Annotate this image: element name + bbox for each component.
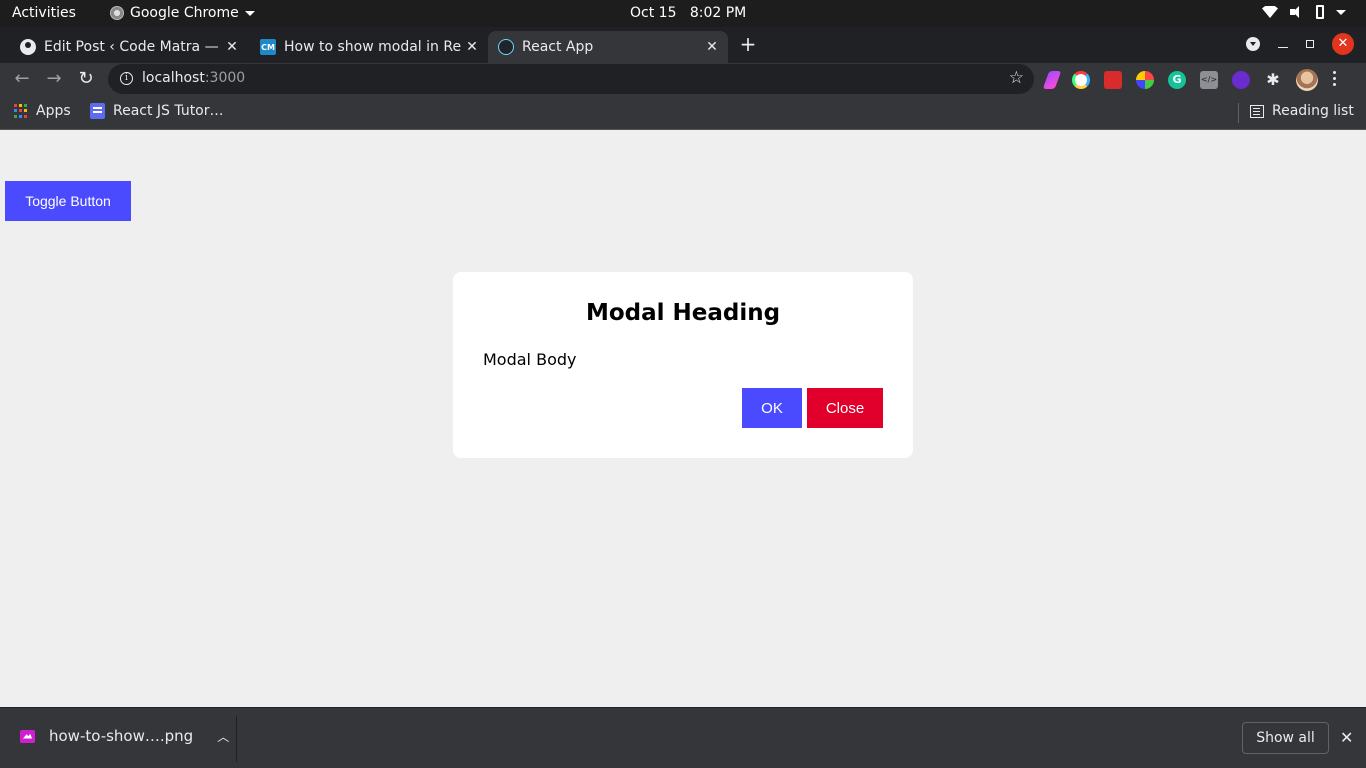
back-arrow-icon[interactable]: ←	[12, 69, 32, 89]
reading-list-icon	[1250, 104, 1264, 118]
bookmark-star-icon[interactable]: ☆	[1009, 68, 1024, 88]
browser-toolbar: ← → ↻ i localhost:3000 ☆ G </> ✱	[0, 63, 1366, 95]
tab-close-icon[interactable]: ✕	[702, 39, 722, 55]
purple-extension-icon[interactable]	[1232, 71, 1250, 89]
tab-title: How to show modal in Rea	[284, 39, 462, 55]
tab-title: Edit Post ‹ Code Matra — W	[44, 39, 222, 55]
download-item[interactable]: how-to-show….png ︿	[20, 727, 229, 745]
feather-extension-icon[interactable]	[1042, 71, 1062, 89]
bookmark-label: React JS Tutor…	[113, 103, 224, 119]
tab-close-icon[interactable]: ✕	[462, 39, 482, 55]
wifi-icon	[1262, 6, 1278, 18]
ok-button[interactable]: OK	[742, 388, 802, 428]
bookmark-apps[interactable]: Apps	[14, 103, 71, 119]
modal-dialog: Modal Heading Modal Body OK Close	[453, 272, 913, 458]
toggle-button[interactable]: Toggle Button	[5, 181, 131, 221]
download-shelf: how-to-show….png ︿ Show all ✕	[0, 707, 1366, 768]
caret-down-icon	[244, 10, 255, 16]
extensions-area: G </> ✱	[1042, 69, 1336, 91]
reading-list-button[interactable]: Reading list	[1250, 103, 1354, 119]
close-icon[interactable]: ✕	[1340, 728, 1353, 747]
app-menu[interactable]: Google Chrome	[110, 5, 255, 21]
tab-edit-post[interactable]: Edit Post ‹ Code Matra — W ✕	[0, 31, 248, 63]
battery-icon	[1316, 5, 1324, 19]
activities-button[interactable]: Activities	[12, 5, 76, 21]
divider	[1238, 103, 1239, 123]
image-file-icon	[20, 729, 35, 743]
window-controls: ✕	[1246, 33, 1354, 55]
code-extension-icon[interactable]: </>	[1200, 71, 1218, 89]
apps-grid-icon	[14, 104, 28, 118]
app-menu-label: Google Chrome	[130, 5, 239, 21]
chrome-icon	[110, 6, 124, 20]
tab-react-app[interactable]: React App ✕	[488, 31, 728, 63]
cm-icon: CM	[260, 39, 276, 55]
modal-body: Modal Body	[483, 350, 577, 369]
tray-caret-icon	[1336, 9, 1346, 15]
modal-heading: Modal Heading	[585, 300, 781, 326]
minimize-icon[interactable]	[1278, 46, 1288, 48]
tab-title: React App	[522, 39, 594, 55]
chevron-up-icon[interactable]: ︿	[217, 728, 229, 745]
clock[interactable]: Oct 15 8:02 PM	[630, 5, 746, 21]
tab-search-icon[interactable]	[1246, 37, 1260, 51]
maximize-icon[interactable]	[1306, 40, 1314, 48]
close-button[interactable]: Close	[807, 388, 883, 428]
tab-how-to-show-modal[interactable]: CM How to show modal in Rea ✕	[252, 31, 488, 63]
volume-icon	[1290, 6, 1304, 18]
bookmark-react-js-tutor[interactable]: React JS Tutor…	[90, 103, 224, 119]
window-close-icon[interactable]: ✕	[1332, 33, 1354, 55]
tab-close-icon[interactable]: ✕	[222, 39, 242, 55]
url-port: :3000	[204, 70, 246, 86]
color-ring-extension-icon[interactable]	[1072, 71, 1090, 89]
forward-arrow-icon[interactable]: →	[44, 69, 64, 89]
reload-icon[interactable]: ↻	[76, 69, 96, 89]
color-wheel-extension-icon[interactable]	[1136, 71, 1154, 89]
address-bar[interactable]: i localhost:3000 ☆	[108, 64, 1034, 94]
system-top-bar: Activities Google Chrome Oct 15 8:02 PM	[0, 0, 1366, 27]
menu-kebab-icon[interactable]	[1332, 71, 1336, 89]
profile-avatar[interactable]	[1296, 69, 1318, 91]
site-info-icon[interactable]: i	[120, 72, 133, 85]
grammarly-icon[interactable]: G	[1168, 71, 1186, 89]
globe-icon	[20, 39, 36, 55]
download-filename: how-to-show….png	[49, 727, 194, 745]
red-extension-icon[interactable]	[1104, 71, 1122, 89]
new-tab-button[interactable]: +	[738, 34, 758, 54]
divider	[236, 716, 237, 762]
url-host: localhost	[142, 70, 205, 86]
bookmark-label: Apps	[36, 103, 71, 119]
system-tray[interactable]	[1262, 5, 1346, 19]
puzzle-extensions-icon[interactable]: ✱	[1264, 71, 1282, 89]
page-viewport: Toggle Button Modal Heading Modal Body O…	[0, 131, 1366, 707]
bookmarks-bar: Apps React JS Tutor… Reading list	[0, 95, 1366, 130]
url-text[interactable]: localhost:3000	[142, 70, 245, 86]
document-icon	[90, 103, 105, 119]
show-all-button[interactable]: Show all	[1242, 722, 1329, 754]
react-icon	[498, 39, 514, 55]
reading-list-label: Reading list	[1272, 103, 1354, 119]
tab-strip: Edit Post ‹ Code Matra — W ✕ CM How to s…	[0, 27, 1366, 63]
